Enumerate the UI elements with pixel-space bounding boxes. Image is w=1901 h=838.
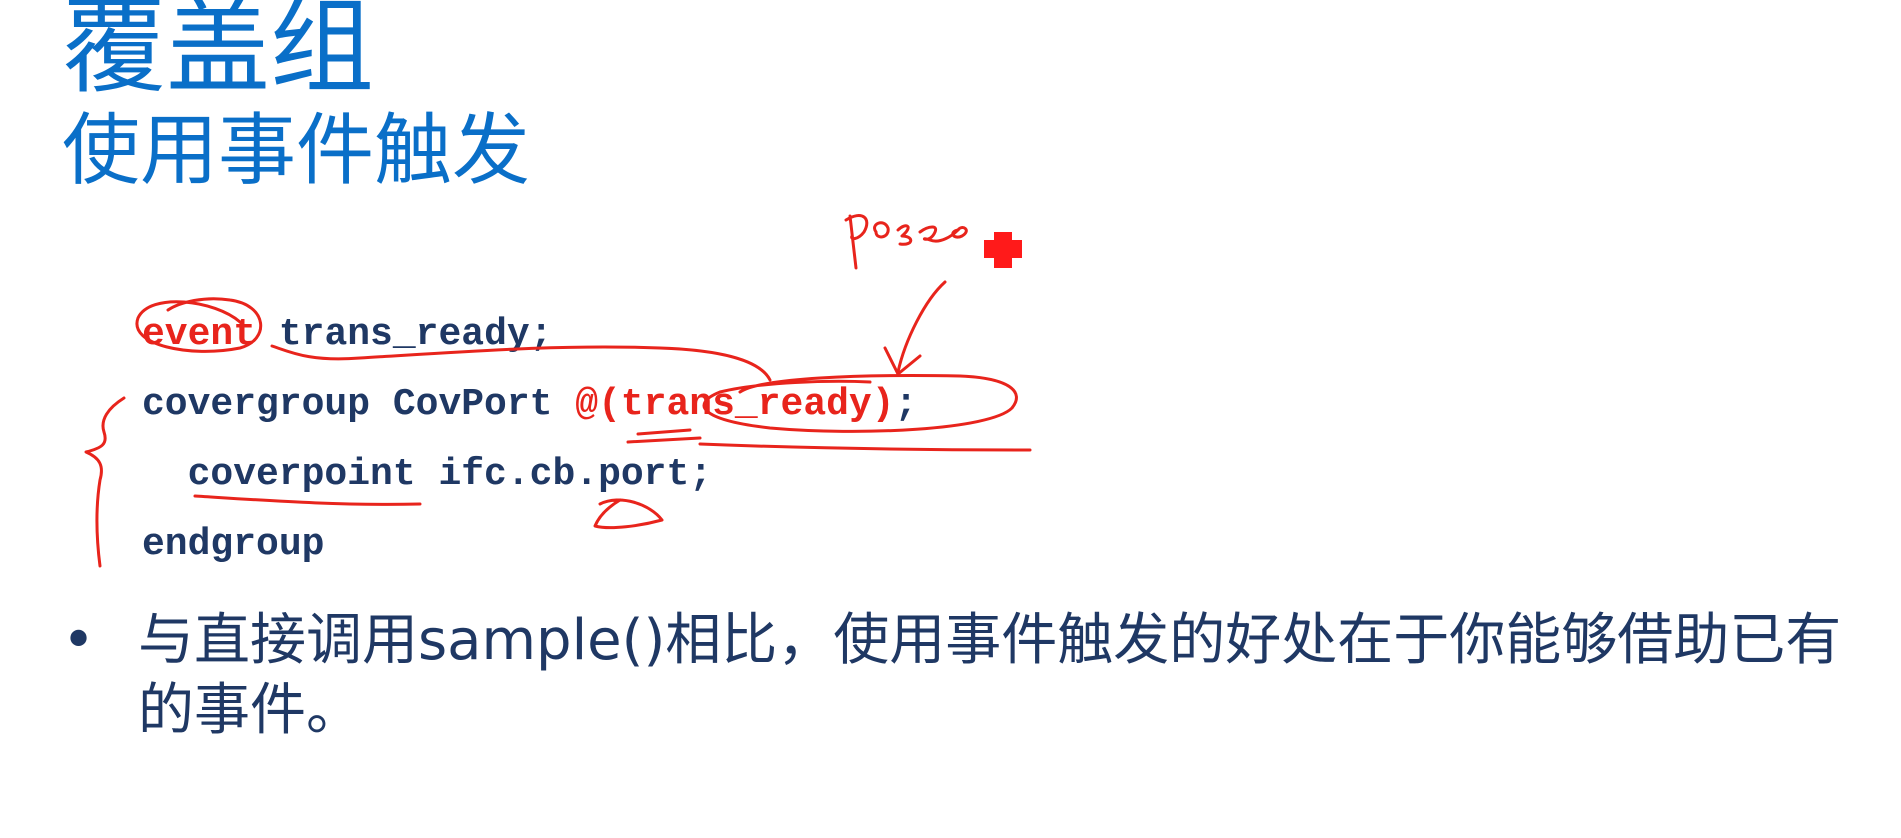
- ink-note-pose: [844, 214, 968, 270]
- ink-triangle-cb: [593, 498, 664, 530]
- ink-connector-curve: [270, 344, 772, 382]
- ink-underline-at: [636, 428, 692, 436]
- ink-arrow: [896, 280, 947, 374]
- handwritten-annotations: [84, 214, 1032, 568]
- ink-underline-trans-ready: [698, 442, 1032, 452]
- ink-brace-left: [84, 396, 126, 568]
- laser-pointer-dot: [984, 232, 1022, 268]
- ink-underline-coverpoint: [193, 494, 422, 506]
- ink-underline-at-2: [626, 436, 702, 444]
- ink-circle-trans-ready: [702, 374, 1018, 433]
- ink-circle-event: [135, 297, 263, 353]
